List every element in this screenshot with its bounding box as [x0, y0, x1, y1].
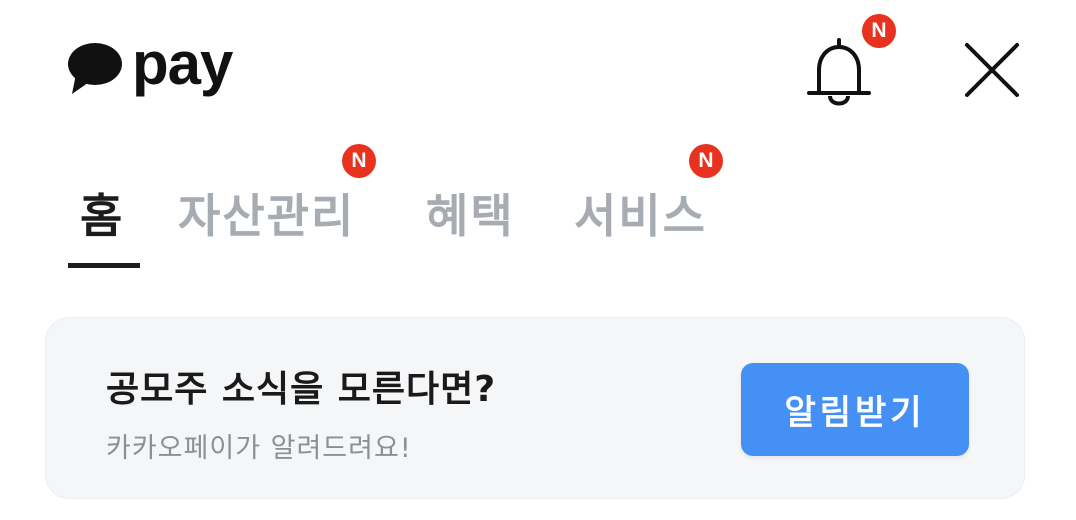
tab-assets-badge: N — [342, 144, 376, 178]
notification-badge: N — [862, 14, 896, 48]
tab-assets[interactable]: 자산관리 — [178, 186, 355, 246]
tab-services[interactable]: 서비스 — [574, 186, 707, 246]
bell-icon — [807, 38, 871, 106]
logo-text: pay — [132, 30, 233, 97]
tab-home[interactable]: 홈 — [80, 186, 124, 246]
close-icon — [965, 43, 1019, 97]
tab-benefits[interactable]: 혜택 — [426, 186, 515, 246]
close-button[interactable] — [962, 40, 1022, 100]
active-tab-indicator — [68, 263, 140, 268]
speech-bubble-icon — [68, 43, 122, 94]
tab-services-badge: N — [689, 144, 723, 178]
promo-subtitle: 카카오페이가 알려드려요! — [106, 433, 412, 464]
ipo-promo-card: 공모주 소식을 모른다면? 카카오페이가 알려드려요! 알림받기 — [45, 317, 1025, 499]
notification-button[interactable] — [804, 36, 874, 112]
get-alerts-button[interactable]: 알림받기 — [741, 363, 969, 456]
kakaopay-logo: pay — [66, 34, 233, 98]
promo-title: 공모주 소식을 모른다면? — [106, 369, 497, 410]
